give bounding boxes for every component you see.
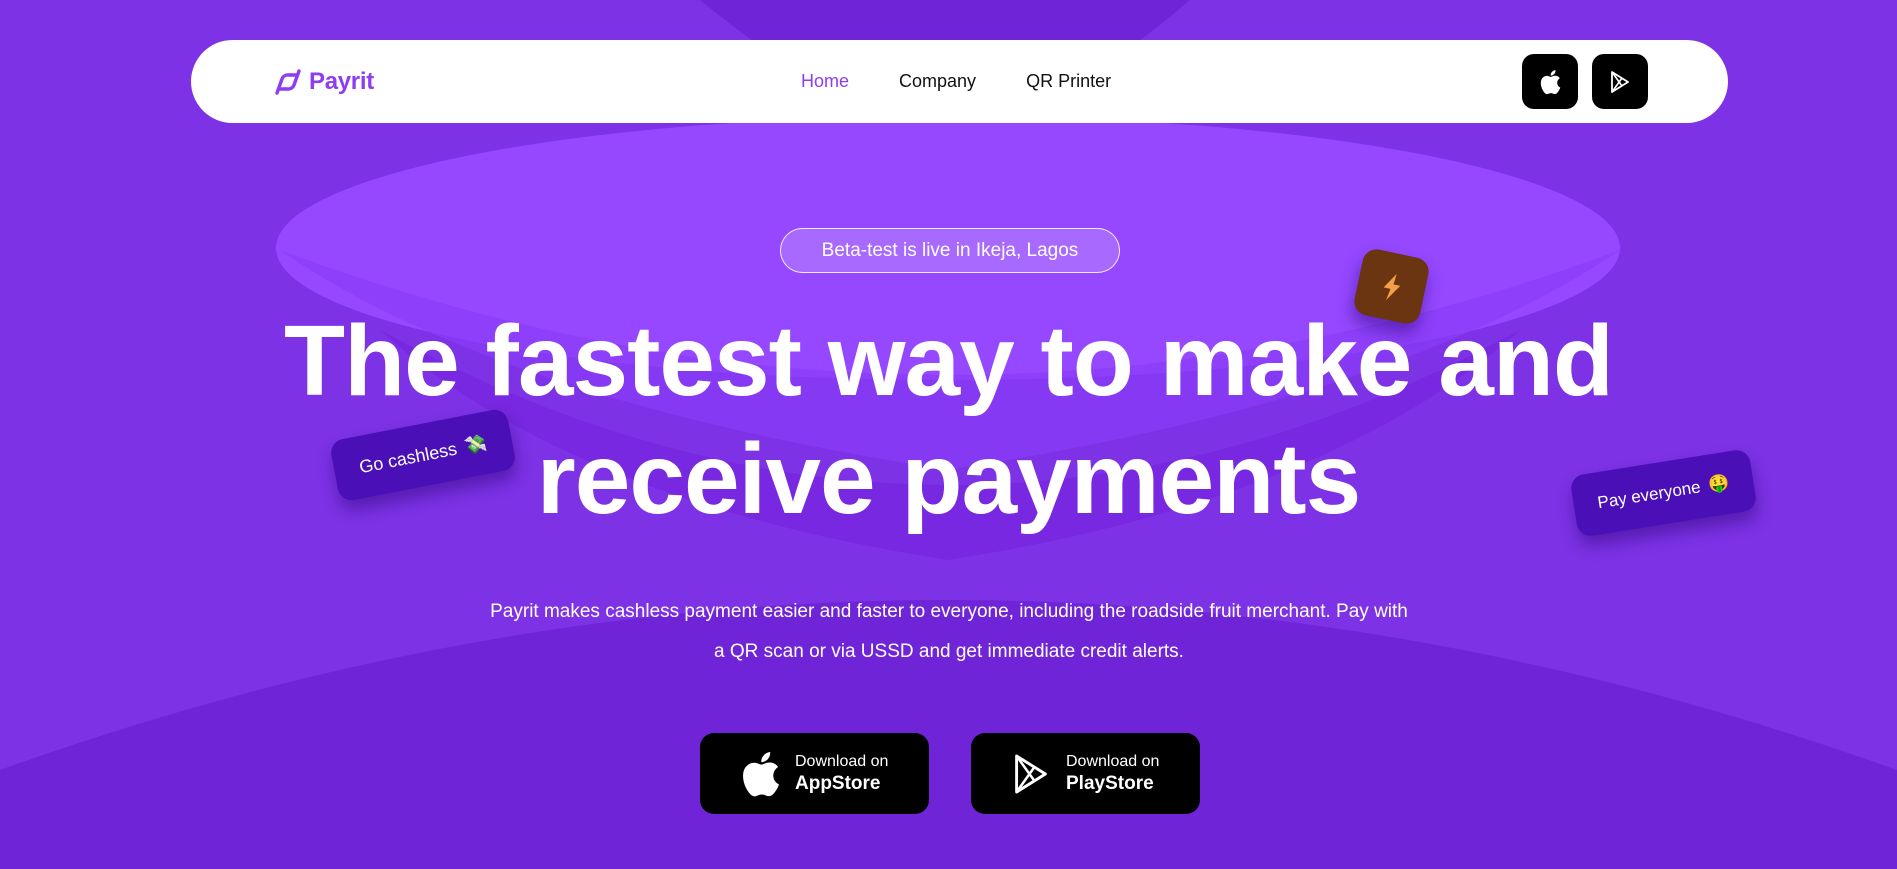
payrit-logo[interactable]: Payrit	[271, 64, 374, 100]
play-store-icon	[1008, 749, 1054, 799]
top-navbar: Payrit Home Company QR Printer	[191, 40, 1728, 123]
hero-description: Payrit makes cashless payment easier and…	[470, 592, 1428, 672]
download-playstore-button[interactable]: Download on PlayStore	[971, 733, 1200, 814]
lightning-bolt-icon	[1383, 273, 1400, 300]
appstore-text: Download on AppStore	[795, 752, 888, 796]
play-store-icon	[1611, 70, 1629, 93]
payrit-logo-icon	[275, 69, 301, 95]
appstore-big-label: AppStore	[795, 772, 881, 794]
beta-announcement-badge: Beta-test is live in Ikeja, Lagos	[780, 228, 1120, 273]
apple-icon	[737, 749, 783, 799]
money-mouth-face-icon: 🤑	[1706, 472, 1731, 495]
nav-link-home[interactable]: Home	[801, 71, 849, 92]
money-wings-icon: 💸	[462, 432, 489, 457]
nav-playstore-button[interactable]	[1592, 54, 1648, 109]
playstore-text: Download on PlayStore	[1066, 752, 1159, 796]
main-nav: Home Company QR Printer	[801, 40, 1111, 123]
nav-appstore-button[interactable]	[1522, 54, 1578, 109]
description-line-2: a QR scan or via USSD and get immediate …	[714, 641, 1184, 662]
apple-icon	[1540, 69, 1561, 94]
go-cashless-label: Go cashless	[357, 438, 459, 477]
appstore-small-label: Download on	[795, 752, 889, 770]
nav-link-qr-printer[interactable]: QR Printer	[1026, 71, 1111, 92]
headline-line-1: The fastest way to make and	[283, 305, 1614, 417]
download-appstore-button[interactable]: Download on AppStore	[700, 733, 929, 814]
playstore-big-label: PlayStore	[1066, 772, 1154, 794]
playstore-small-label: Download on	[1066, 752, 1160, 770]
nav-link-company[interactable]: Company	[899, 71, 976, 92]
pay-everyone-label: Pay everyone	[1596, 477, 1702, 513]
description-line-1: Payrit makes cashless payment easier and…	[490, 601, 1408, 622]
headline-line-2: receive payments	[536, 423, 1361, 535]
logo-text: Payrit	[309, 68, 374, 95]
